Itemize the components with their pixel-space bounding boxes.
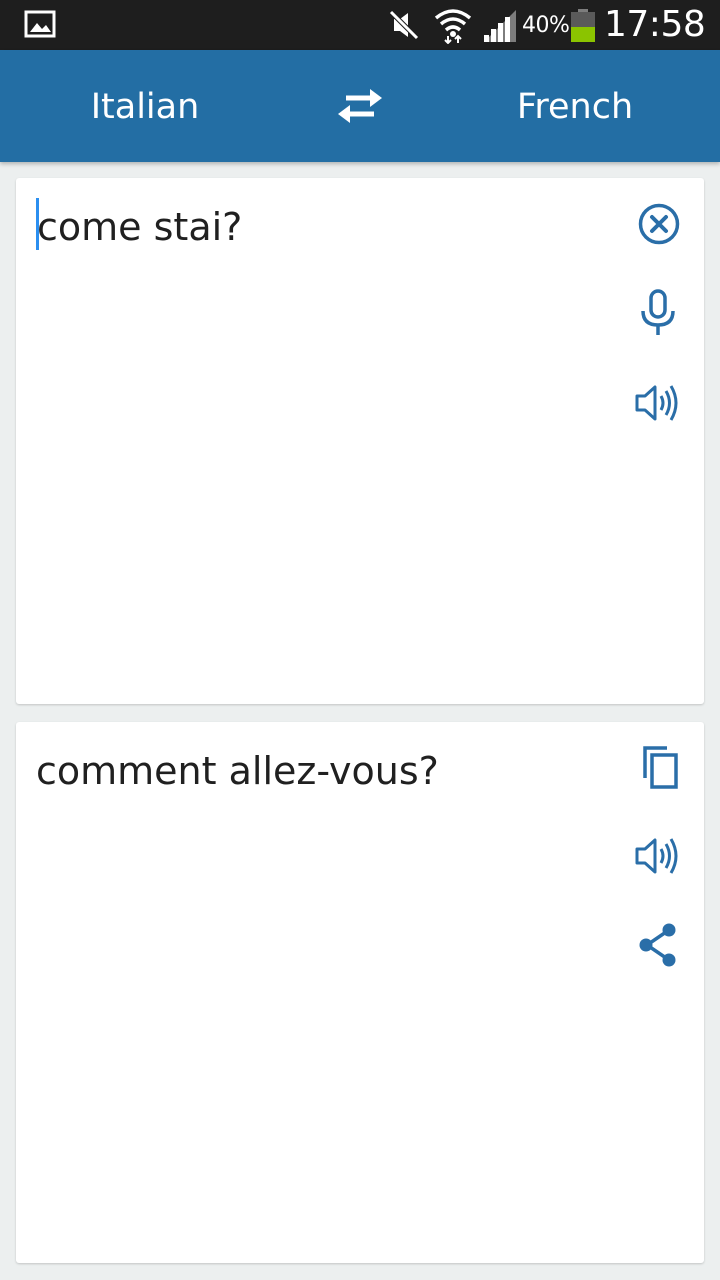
signal-icon [482,10,518,47]
wifi-icon [434,6,472,49]
speaker-icon [635,385,678,421]
swap-languages-button[interactable] [334,86,386,126]
output-card: comment allez-vous? [16,722,704,1263]
microphone-button[interactable] [633,288,683,338]
battery-icon [570,9,596,48]
microphone-icon [641,289,675,335]
swap-icon [338,89,382,123]
share-button[interactable] [633,920,683,970]
clear-button[interactable] [634,199,684,249]
status-time: 17:58 [604,4,706,45]
input-card: come stai? [16,178,704,704]
speak-translation-button[interactable] [633,831,683,881]
mute-icon [388,9,420,46]
gallery-icon [24,10,56,43]
source-text-input[interactable]: come stai? [37,204,242,250]
status-bar: 40% 17:58 [0,0,720,50]
battery-percent: 40% [522,13,570,38]
language-toolbar: Italian French [0,50,720,162]
translated-text: comment allez-vous? [36,749,439,793]
speaker-icon [635,838,678,874]
target-language-button[interactable]: French [430,87,720,127]
source-language-button[interactable]: Italian [0,87,290,127]
copy-icon [643,746,678,789]
copy-button[interactable] [634,742,684,792]
share-icon [639,923,676,967]
clear-icon [638,203,680,245]
speak-source-button[interactable] [633,378,683,428]
